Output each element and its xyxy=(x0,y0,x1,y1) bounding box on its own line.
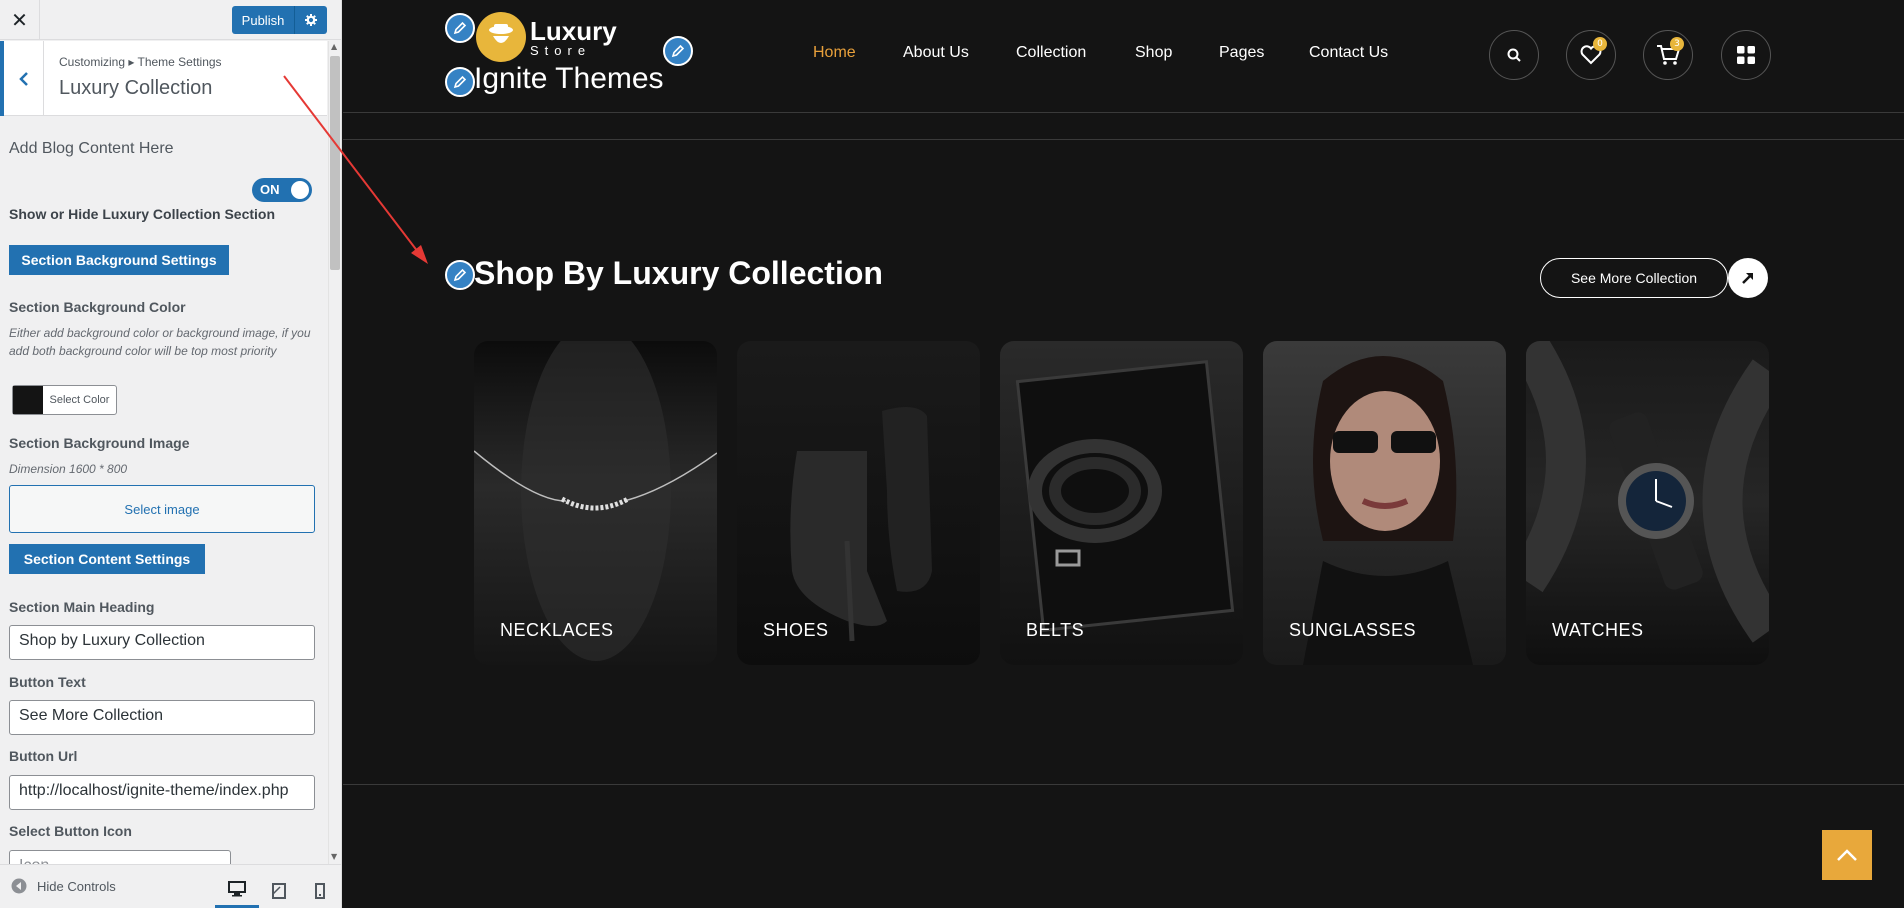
search-icon[interactable] xyxy=(1489,30,1539,80)
logo-main-text: Luxury xyxy=(530,15,617,46)
customizer-footer: Hide Controls xyxy=(0,864,341,908)
category-card-belts[interactable]: BELTS xyxy=(1000,341,1243,665)
edit-title-pencil-icon[interactable] xyxy=(663,36,693,66)
button-text-label: Button Text xyxy=(9,674,86,690)
toggle-knob xyxy=(291,181,309,199)
button-icon-label: Select Button Icon xyxy=(9,823,132,839)
section-top-divider xyxy=(343,139,1904,140)
bg-color-label: Section Background Color xyxy=(9,299,186,315)
category-card-necklaces[interactable]: NECKLACES xyxy=(474,341,717,665)
logo-text: Luxury Store xyxy=(530,18,617,57)
main-heading-label: Section Main Heading xyxy=(9,599,155,615)
scroll-up-icon[interactable]: ▲ xyxy=(331,42,337,51)
heart-icon[interactable]: 0 xyxy=(1566,30,1616,80)
button-url-input[interactable]: http://localhost/ignite-theme/index.php xyxy=(9,775,315,810)
scroll-down-icon[interactable]: ▼ xyxy=(331,852,337,861)
shoes-image xyxy=(790,407,932,642)
section-heading: Shop By Luxury Collection xyxy=(474,255,883,291)
category-label: NECKLACES xyxy=(500,620,614,640)
nav-home[interactable]: Home xyxy=(813,44,856,62)
panel-title: Luxury Collection xyxy=(59,77,213,99)
main-heading-input[interactable]: Shop by Luxury Collection xyxy=(9,625,315,660)
nav-pages[interactable]: Pages xyxy=(1219,44,1264,62)
sunglasses-image xyxy=(1303,356,1473,665)
bg-image-label: Section Background Image xyxy=(9,435,190,451)
grid-icon[interactable] xyxy=(1721,30,1771,80)
color-picker[interactable]: Select Color xyxy=(12,385,117,415)
chevron-up-icon[interactable] xyxy=(1836,848,1858,862)
edit-logo-pencil-icon[interactable] xyxy=(445,13,475,43)
hide-controls-icon[interactable] xyxy=(11,878,27,894)
select-color-label[interactable]: Select Color xyxy=(43,386,116,414)
header-divider xyxy=(343,112,1904,113)
show-hide-label: Show or Hide Luxury Collection Section xyxy=(9,206,276,222)
site-preview: Luxury Store Ignite Themes Home About Us… xyxy=(343,0,1904,908)
toggle-label: ON xyxy=(260,182,280,197)
panel-header: Customizing ▸ Theme Settings Luxury Coll… xyxy=(0,41,327,116)
tablet-preview-icon[interactable] xyxy=(257,873,301,908)
bg-image-description: Dimension 1600 * 800 xyxy=(9,462,128,476)
select-image-button[interactable]: Select image xyxy=(9,485,315,533)
category-card-sunglasses[interactable]: SUNGLASSES xyxy=(1263,341,1506,665)
nav-collection[interactable]: Collection xyxy=(1016,44,1086,62)
blog-content-label: Add Blog Content Here xyxy=(9,140,174,157)
site-logo[interactable]: Luxury Store xyxy=(476,10,626,64)
cart-count-badge: 3 xyxy=(1670,37,1684,51)
category-card-watches[interactable]: WATCHES xyxy=(1526,341,1769,665)
hide-controls-button[interactable]: Hide Controls xyxy=(11,878,116,894)
back-chevron-icon[interactable] xyxy=(0,41,44,116)
bg-color-description: Either add background color or backgroun… xyxy=(9,326,311,358)
site-title[interactable]: Ignite Themes xyxy=(474,62,664,96)
bg-settings-button[interactable]: Section Background Settings xyxy=(9,245,229,275)
category-label: SUNGLASSES xyxy=(1289,620,1417,640)
customizer-header-bar: ✕ Publish xyxy=(0,0,341,40)
nav-contact-us[interactable]: Contact Us xyxy=(1309,44,1388,62)
publish-label[interactable]: Publish xyxy=(232,6,294,34)
close-icon[interactable]: ✕ xyxy=(0,0,40,40)
cart-icon[interactable]: 3 xyxy=(1643,30,1693,80)
section-visibility-toggle[interactable]: ON xyxy=(252,178,312,202)
edit-heading-pencil-icon[interactable] xyxy=(445,260,475,290)
button-text-input[interactable]: See More Collection xyxy=(9,700,315,735)
scroll-to-top-button[interactable] xyxy=(1822,830,1872,880)
section-bottom-divider xyxy=(343,784,1904,785)
mobile-preview-icon[interactable] xyxy=(298,873,341,908)
desktop-preview-icon[interactable] xyxy=(215,873,259,908)
category-label: WATCHES xyxy=(1552,620,1644,640)
button-icon-select[interactable]: Icon xyxy=(9,850,231,864)
panel-controls: Add Blog Content Here ON Show or Hide Lu… xyxy=(0,116,328,864)
color-swatch[interactable] xyxy=(13,386,43,414)
arrow-up-right-icon[interactable] xyxy=(1728,258,1768,298)
publish-button[interactable]: Publish xyxy=(232,6,327,34)
edit-site-title-pencil-icon[interactable] xyxy=(445,67,475,97)
customizer-sidebar: ✕ Publish Customizing ▸ Theme Settings L… xyxy=(0,0,342,908)
category-label: SHOES xyxy=(763,620,829,640)
necklace-image xyxy=(474,341,717,661)
nav-shop[interactable]: Shop xyxy=(1135,44,1172,62)
logo-icon xyxy=(476,12,526,62)
scrollbar-thumb[interactable] xyxy=(330,56,340,270)
breadcrumb: Customizing ▸ Theme Settings xyxy=(59,55,222,69)
category-label: BELTS xyxy=(1026,620,1085,640)
nav-about-us[interactable]: About Us xyxy=(903,44,969,62)
hide-controls-label[interactable]: Hide Controls xyxy=(37,879,116,894)
belt-image xyxy=(1015,360,1235,632)
content-settings-button[interactable]: Section Content Settings xyxy=(9,544,205,574)
category-card-shoes[interactable]: SHOES xyxy=(737,341,980,665)
see-more-button[interactable]: See More Collection xyxy=(1540,258,1728,298)
watch-image xyxy=(1526,341,1769,643)
wishlist-count-badge: 0 xyxy=(1593,37,1607,51)
gear-icon[interactable] xyxy=(294,6,327,34)
button-url-label: Button Url xyxy=(9,748,78,764)
